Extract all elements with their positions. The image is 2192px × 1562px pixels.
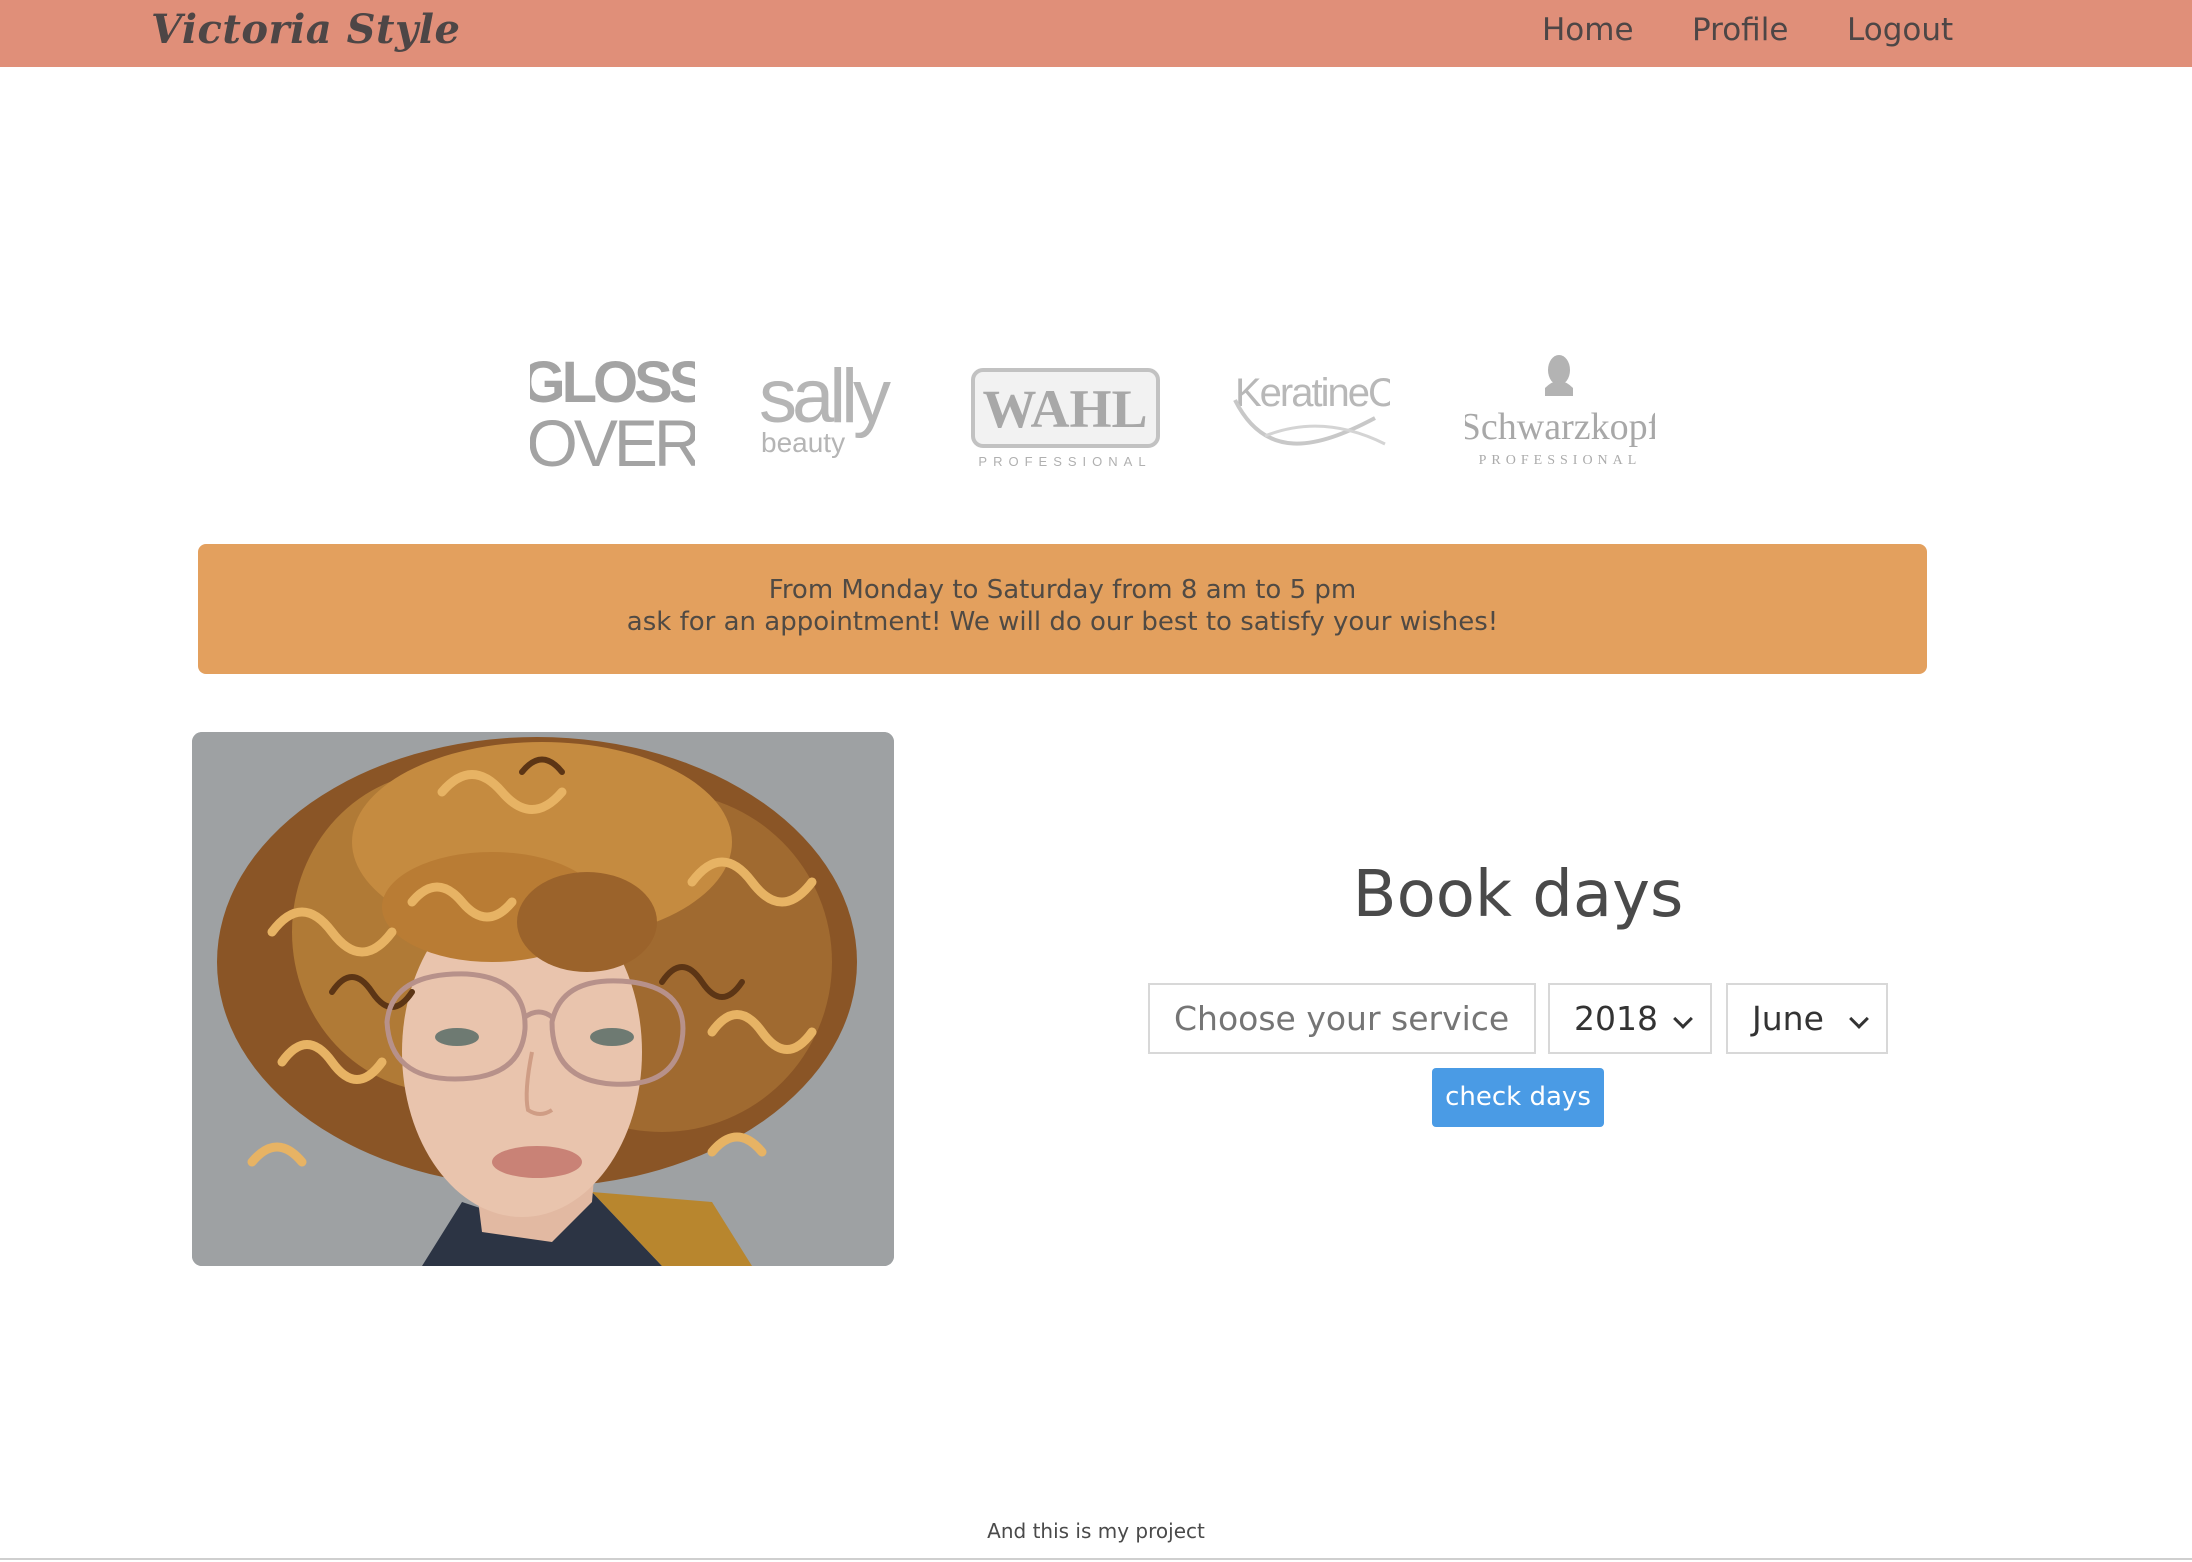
svg-text:beauty: beauty: [761, 427, 845, 458]
chevron-down-icon: [1849, 1009, 1869, 1029]
footer-divider: [0, 1558, 2192, 1560]
year-select-value: 2018: [1574, 999, 1658, 1038]
wahl-logo: WAHL PROFESSIONAL: [971, 368, 1160, 469]
month-select[interactable]: June: [1726, 983, 1888, 1054]
banner-line-1: From Monday to Saturday from 8 am to 5 p…: [768, 575, 1357, 605]
banner-line-2: ask for an appointment! We will do our b…: [626, 607, 1499, 637]
svg-text:OVER: OVER: [530, 406, 695, 480]
nav-link-profile[interactable]: Profile: [1692, 12, 1788, 48]
curly-hair-model-image: [192, 732, 894, 1266]
brand-logo[interactable]: Victoria Style: [151, 6, 460, 53]
year-select[interactable]: 2018: [1548, 983, 1712, 1054]
svg-text:WAHL: WAHL: [982, 379, 1147, 439]
svg-text:KeratineCo: KeratineCo: [1235, 371, 1390, 415]
gloss-over-logo: GLOSS OVER: [530, 350, 695, 480]
model-photo: [192, 732, 894, 1266]
check-days-button[interactable]: check days: [1432, 1068, 1604, 1127]
svg-text:PROFESSIONAL: PROFESSIONAL: [978, 454, 1151, 469]
top-navbar: Victoria Style Home Profile Logout: [0, 0, 2192, 67]
svg-text:PROFESSIONAL: PROFESSIONAL: [1479, 453, 1642, 468]
brand-logos-row: GLOSS OVER sally beauty WAHL PROFESSIONA…: [0, 340, 2192, 490]
nav-link-home[interactable]: Home: [1542, 12, 1634, 48]
book-days-title: Book days: [1352, 858, 1684, 932]
footer-text: And this is my project: [987, 1519, 1205, 1543]
chevron-down-icon: [1673, 1009, 1693, 1029]
sally-beauty-logo: sally beauty: [759, 354, 896, 458]
service-input[interactable]: [1148, 983, 1536, 1054]
month-select-value: June: [1752, 999, 1824, 1038]
svg-text:Schwarzkopf: Schwarzkopf: [1465, 406, 1655, 448]
schwarzkopf-logo: Schwarzkopf PROFESSIONAL: [1465, 355, 1655, 468]
opening-hours-banner: From Monday to Saturday from 8 am to 5 p…: [198, 544, 1927, 674]
keratineco-logo: KeratineCo: [1233, 371, 1390, 446]
nav-link-logout[interactable]: Logout: [1847, 12, 1953, 48]
